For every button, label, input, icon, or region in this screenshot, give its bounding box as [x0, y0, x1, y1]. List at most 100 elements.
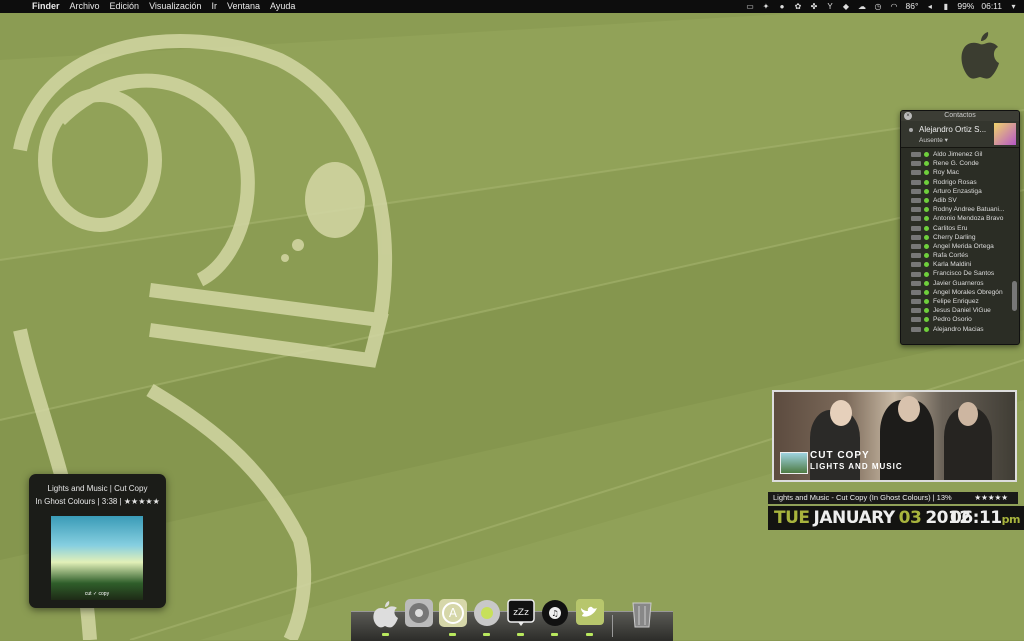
video-camera-icon[interactable]: [911, 308, 921, 314]
video-camera-icon[interactable]: [911, 161, 921, 167]
menu-app-name[interactable]: Finder: [32, 0, 60, 13]
contact-item[interactable]: Rodrigo Rosas: [901, 178, 1019, 187]
available-status-icon: [924, 225, 929, 231]
finder-icon[interactable]: [371, 598, 401, 628]
volume-icon[interactable]: ◂: [925, 2, 934, 11]
contact-item[interactable]: Rafa Cortés: [901, 251, 1019, 260]
close-icon[interactable]: ×: [904, 112, 912, 120]
contact-item[interactable]: Cherry Darling: [901, 233, 1019, 242]
chrome-icon[interactable]: [472, 598, 502, 628]
menu-visualizacion[interactable]: Visualización: [149, 0, 201, 13]
contact-name: Pedro Osorio: [933, 316, 972, 324]
contact-item[interactable]: Angel Morales Obregón: [901, 288, 1019, 297]
available-status-icon: [924, 253, 929, 259]
contact-item[interactable]: Alejandro Macias: [901, 325, 1019, 334]
video-camera-icon[interactable]: [911, 280, 921, 286]
album-cover[interactable]: cut ✓ copy: [51, 516, 143, 600]
itunes-icon[interactable]: ♫: [540, 598, 570, 628]
video-camera-icon[interactable]: [911, 179, 921, 185]
app-store-icon[interactable]: A: [438, 598, 468, 628]
growl-icon[interactable]: ✿: [793, 2, 802, 11]
twitter-status-icon[interactable]: ✦: [761, 2, 770, 11]
menu-ayuda[interactable]: Ayuda: [270, 0, 295, 13]
contact-item[interactable]: Antonio Mendoza Bravo: [901, 214, 1019, 223]
wifi-icon[interactable]: ◠: [889, 2, 898, 11]
available-status-icon: [924, 308, 929, 314]
video-camera-icon[interactable]: [911, 234, 921, 240]
chevron-down-icon[interactable]: ▾: [1009, 2, 1018, 11]
video-camera-icon[interactable]: [911, 216, 921, 222]
menu-ventana[interactable]: Ventana: [227, 0, 260, 13]
video-camera-icon[interactable]: [911, 170, 921, 176]
contact-item[interactable]: Francisco De Santos: [901, 269, 1019, 278]
contact-name: Roy Mac: [933, 169, 960, 177]
dock-running-indicator: [517, 633, 524, 636]
twitter-icon[interactable]: [575, 598, 605, 628]
contact-name: Arturo Enzastiga: [933, 187, 982, 195]
contact-item[interactable]: Pedro Osorio: [901, 315, 1019, 324]
contact-item[interactable]: Javier Guarneros: [901, 279, 1019, 288]
video-camera-icon[interactable]: [911, 289, 921, 295]
video-camera-icon[interactable]: [911, 198, 921, 204]
contact-item[interactable]: Felipe Enriquez: [901, 297, 1019, 306]
video-camera-icon[interactable]: [911, 207, 921, 213]
contact-item[interactable]: Adib SV: [901, 196, 1019, 205]
antenna-icon[interactable]: Y: [825, 2, 834, 11]
menu-edicion[interactable]: Edición: [110, 0, 140, 13]
scrollbar[interactable]: [1012, 281, 1017, 311]
video-camera-icon[interactable]: [911, 271, 921, 277]
video-camera-icon[interactable]: [911, 188, 921, 194]
video-camera-icon[interactable]: [911, 225, 921, 231]
time-display: 06:11pm: [950, 506, 1020, 532]
dock-separator: [612, 615, 613, 637]
contact-item[interactable]: Jesus Daniel ViGue: [901, 306, 1019, 315]
menu-ir[interactable]: Ir: [211, 0, 217, 13]
contact-item[interactable]: Karla Maldini: [901, 260, 1019, 269]
paw-icon[interactable]: ✤: [809, 2, 818, 11]
svg-text:zZz: zZz: [513, 608, 529, 618]
skype-icon[interactable]: ●: [777, 2, 786, 11]
cloud-icon[interactable]: ☁: [857, 2, 866, 11]
menu-archivo[interactable]: Archivo: [70, 0, 100, 13]
dock-running-indicator: [586, 633, 593, 636]
dock-running-indicator: [551, 633, 558, 636]
time-machine-icon[interactable]: ◷: [873, 2, 882, 11]
contact-name: Rafa Cortés: [933, 252, 969, 260]
avatar[interactable]: [994, 123, 1016, 145]
album-art-widget[interactable]: CUT COPY LIGHTS AND MUSIC: [772, 390, 1017, 482]
contact-name: Alejandro Macias: [933, 325, 984, 333]
contact-name: Adib SV: [933, 196, 957, 204]
video-camera-icon[interactable]: [911, 243, 921, 249]
video-camera-icon[interactable]: [911, 253, 921, 259]
menubar-clock[interactable]: 06:11: [981, 0, 1002, 13]
available-status-icon: [924, 152, 929, 158]
trash-icon[interactable]: [627, 598, 657, 628]
band-face: [830, 400, 852, 426]
battery-percent[interactable]: 99%: [957, 0, 974, 13]
contact-item[interactable]: Roy Mac: [901, 168, 1019, 177]
time: 06:11: [950, 508, 1002, 528]
contact-item[interactable]: Arturo Enzastiga: [901, 187, 1019, 196]
video-camera-icon[interactable]: [911, 262, 921, 268]
contact-name: Rodrigo Rosas: [933, 178, 977, 186]
system-preferences-icon[interactable]: [404, 598, 434, 628]
battery-icon[interactable]: ▮: [941, 2, 950, 11]
rating-stars[interactable]: ★★★★★: [974, 492, 1008, 504]
contact-item[interactable]: Angel Merida Ortega: [901, 242, 1019, 251]
temperature-readout[interactable]: 86°: [905, 0, 918, 13]
contact-name: Carlitos Eru: [933, 224, 968, 232]
my-status-select[interactable]: Ausente ▾: [919, 136, 948, 144]
display-icon[interactable]: ▭: [745, 2, 754, 11]
music-widget[interactable]: Lights and Music | Cut Copy In Ghost Col…: [29, 474, 166, 608]
video-camera-icon[interactable]: [911, 152, 921, 158]
contact-item[interactable]: Carlitos Eru: [901, 224, 1019, 233]
video-camera-icon[interactable]: [911, 299, 921, 305]
video-camera-icon[interactable]: [911, 317, 921, 323]
sleep-icon[interactable]: zZz: [506, 598, 536, 628]
video-camera-icon[interactable]: [911, 326, 921, 332]
available-status-icon: [924, 161, 929, 167]
contact-item[interactable]: Rodny Andree Batuani...: [901, 205, 1019, 214]
contact-item[interactable]: Aldo Jimenez Gil: [901, 150, 1019, 159]
dropbox-icon[interactable]: ◆: [841, 2, 850, 11]
contact-item[interactable]: Rene G. Conde: [901, 159, 1019, 168]
